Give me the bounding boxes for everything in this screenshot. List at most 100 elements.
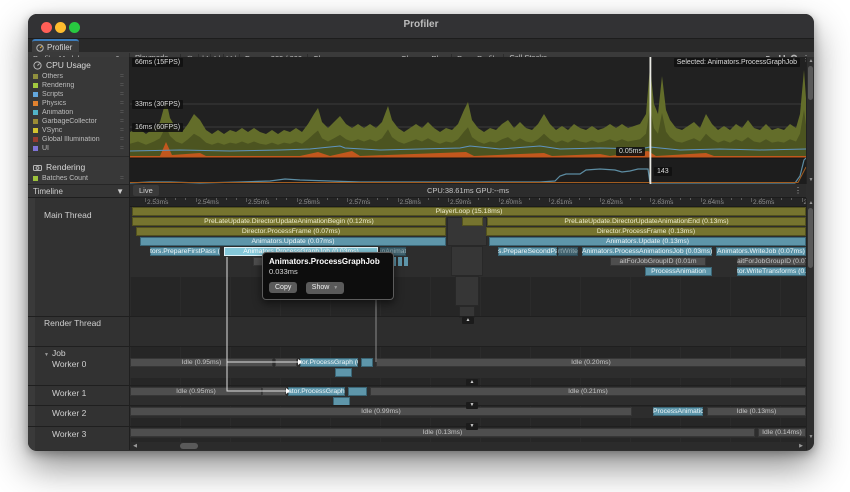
- scrollbar-thumb[interactable]: [180, 443, 198, 449]
- cpu-legend-item[interactable]: GarbageCollector=: [28, 117, 129, 126]
- timeline-sample-bar[interactable]: Animators.ProcessAnimationsJob (0.03ms): [582, 247, 712, 256]
- timeline-sample-bar[interactable]: s.PrepareSecondPass: [498, 247, 557, 256]
- timeline-sample-bar[interactable]: PreLateUpdate.DirectorUpdateAnimationEnd…: [487, 217, 806, 226]
- wait-stack-block[interactable]: [451, 246, 483, 276]
- timeline-sample-bar[interactable]: [361, 358, 373, 367]
- legend-color-swatch[interactable]: [33, 74, 38, 79]
- axis-label-30fps: 33ms (30FPS): [132, 100, 183, 109]
- cpu-legend-item[interactable]: VSync=: [28, 126, 129, 135]
- thread-label-worker-3[interactable]: Worker 3: [52, 429, 86, 439]
- flow-event-marker[interactable]: ▲: [462, 317, 474, 324]
- scroll-down-icon[interactable]: ▼: [807, 434, 814, 440]
- legend-color-swatch[interactable]: [33, 146, 38, 151]
- timeline-sample-bar[interactable]: Idle (0.14ms): [758, 428, 806, 437]
- thread-group-job[interactable]: ▼Job: [42, 348, 66, 358]
- timeline-sample-bar[interactable]: PlayerLoop (15.18ms): [132, 207, 806, 216]
- flow-event-marker[interactable]: ▼: [466, 402, 478, 409]
- legend-drag-handle[interactable]: =: [120, 118, 124, 125]
- thread-label-main[interactable]: Main Thread: [44, 210, 92, 220]
- cpu-legend-item[interactable]: Global Illumination=: [28, 135, 129, 144]
- timeline-sample-bar[interactable]: tors.PrepareFirstPass (0: [150, 247, 220, 256]
- timeline-sample-bar[interactable]: Idle (0.99ms): [130, 407, 632, 416]
- timeline-sample-bar[interactable]: aitForJobGroupID (0.07m: [737, 257, 806, 266]
- profiler-charts[interactable]: 66ms (15FPS) 33ms (30FPS) 16ms (60FPS) S…: [130, 57, 806, 184]
- timeline-sample-bar[interactable]: Animators.WriteJob (0.07ms): [716, 247, 806, 256]
- timeline-sample-bar[interactable]: [262, 387, 286, 396]
- cpu-legend-item[interactable]: Physics=: [28, 99, 129, 108]
- timeline-sample-bar[interactable]: tor.WriteTransforms (0.: [737, 267, 806, 276]
- timeline-sample-bar[interactable]: [462, 217, 483, 226]
- cpu-usage-module-header[interactable]: CPU Usage: [28, 57, 129, 72]
- timeline-sample-bar[interactable]: [398, 257, 402, 266]
- timeline-sample-bar[interactable]: PreLateUpdate.DirectorUpdateAnimationBeg…: [132, 217, 446, 226]
- legend-color-swatch[interactable]: [33, 176, 38, 181]
- scrollbar-thumb[interactable]: [808, 66, 813, 100]
- timeline-sample-bar[interactable]: [275, 358, 297, 367]
- legend-drag-handle[interactable]: =: [120, 175, 124, 182]
- scroll-up-icon[interactable]: ▲: [807, 58, 814, 64]
- copy-button[interactable]: Copy: [269, 282, 297, 293]
- cpu-legend-item[interactable]: UI=: [28, 144, 129, 153]
- legend-color-swatch[interactable]: [33, 101, 38, 106]
- timeline-sample-bar[interactable]: Idle (0.95ms): [130, 358, 273, 367]
- flow-event-marker[interactable]: ▼: [466, 423, 478, 430]
- timeline-canvas[interactable]: PlayerLoop (15.18ms)PreLateUpdate.Direct…: [130, 207, 806, 450]
- legend-color-swatch[interactable]: [33, 92, 38, 97]
- timeline-sample-bar[interactable]: [404, 257, 408, 266]
- scroll-up-icon[interactable]: ▲: [807, 200, 814, 206]
- timeline-menu-icon[interactable]: ⋮: [794, 186, 806, 195]
- timeline-sample-bar[interactable]: Animators.Update (0.13ms): [489, 237, 806, 246]
- legend-color-swatch[interactable]: [33, 83, 38, 88]
- cpu-legend-item[interactable]: Others=: [28, 72, 129, 81]
- timeline-horizontal-scrollbar[interactable]: ◀ ▶: [130, 442, 806, 450]
- timeline-sample-bar[interactable]: Animators.Update (0.07ms): [140, 237, 446, 246]
- show-dropdown-button[interactable]: Show ▼: [306, 282, 344, 294]
- timeline-sample-bar[interactable]: aitForJobGroupID (0.01m: [610, 257, 706, 266]
- cpu-legend-item[interactable]: Rendering=: [28, 81, 129, 90]
- timeline-sample-bar[interactable]: Idle (0.13ms): [130, 428, 755, 437]
- timeline-vertical-scrollbar[interactable]: ▲ ▼: [806, 198, 814, 450]
- charts-vertical-scrollbar[interactable]: ▲ ▼: [806, 57, 814, 184]
- legend-drag-handle[interactable]: =: [120, 82, 124, 89]
- wait-stack-block[interactable]: [455, 276, 479, 306]
- legend-drag-handle[interactable]: =: [120, 145, 124, 152]
- timeline-sample-bar[interactable]: [348, 387, 367, 396]
- flow-event-marker[interactable]: ▲: [466, 379, 478, 386]
- timeline-sample-bar[interactable]: [335, 368, 352, 377]
- thread-label-worker-2[interactable]: Worker 2: [52, 408, 86, 418]
- view-mode-dropdown[interactable]: Timeline ▼: [28, 184, 130, 198]
- timeline-sample-bar[interactable]: ProcessAnimation: [653, 407, 703, 416]
- timeline-sample-bar[interactable]: Idle (0.21ms): [370, 387, 806, 396]
- timeline-sample-bar[interactable]: rtWrite: [558, 247, 578, 256]
- timeline-sample-bar[interactable]: tor.ProcessGraph (0.: [300, 358, 358, 367]
- thread-label-worker-1[interactable]: Worker 1: [52, 388, 86, 398]
- legend-color-swatch[interactable]: [33, 137, 38, 142]
- timeline-sample-bar[interactable]: Idle (0.95ms): [130, 387, 262, 396]
- thread-label-worker-0[interactable]: Worker 0: [52, 359, 86, 369]
- legend-drag-handle[interactable]: =: [120, 73, 124, 80]
- legend-drag-handle[interactable]: =: [120, 109, 124, 116]
- scroll-down-icon[interactable]: ▼: [807, 177, 814, 183]
- legend-drag-handle[interactable]: =: [120, 91, 124, 98]
- legend-color-swatch[interactable]: [33, 119, 38, 124]
- scroll-right-icon[interactable]: ▶: [798, 443, 804, 449]
- cpu-legend-item[interactable]: Animation=: [28, 108, 129, 117]
- legend-color-swatch[interactable]: [33, 110, 38, 115]
- legend-drag-handle[interactable]: =: [120, 100, 124, 107]
- legend-drag-handle[interactable]: =: [120, 136, 124, 143]
- thread-label-render[interactable]: Render Thread: [44, 318, 101, 328]
- legend-drag-handle[interactable]: =: [120, 127, 124, 134]
- scroll-left-icon[interactable]: ◀: [132, 443, 138, 449]
- ruler-minor-tick: [519, 198, 520, 200]
- timeline-sample-bar[interactable]: Director.ProcessFrame (0.13ms): [486, 227, 806, 236]
- rendering-module-header[interactable]: Rendering: [28, 159, 129, 174]
- cpu-legend-item[interactable]: Scripts=: [28, 90, 129, 99]
- timeline-sample-bar[interactable]: ProcessAnimation: [645, 267, 712, 276]
- legend-color-swatch[interactable]: [33, 128, 38, 133]
- timeline-sample-bar[interactable]: Idle (0.13ms): [707, 407, 806, 416]
- rendering-legend-item[interactable]: Batches Count=: [28, 174, 129, 183]
- scrollbar-thumb[interactable]: [808, 208, 813, 268]
- timeline-sample-bar[interactable]: ator.ProcessGraph (0.01: [288, 387, 345, 396]
- timeline-sample-bar[interactable]: Idle (0.20ms): [376, 358, 806, 367]
- timeline-sample-bar[interactable]: Director.ProcessFrame (0.07ms): [136, 227, 446, 236]
